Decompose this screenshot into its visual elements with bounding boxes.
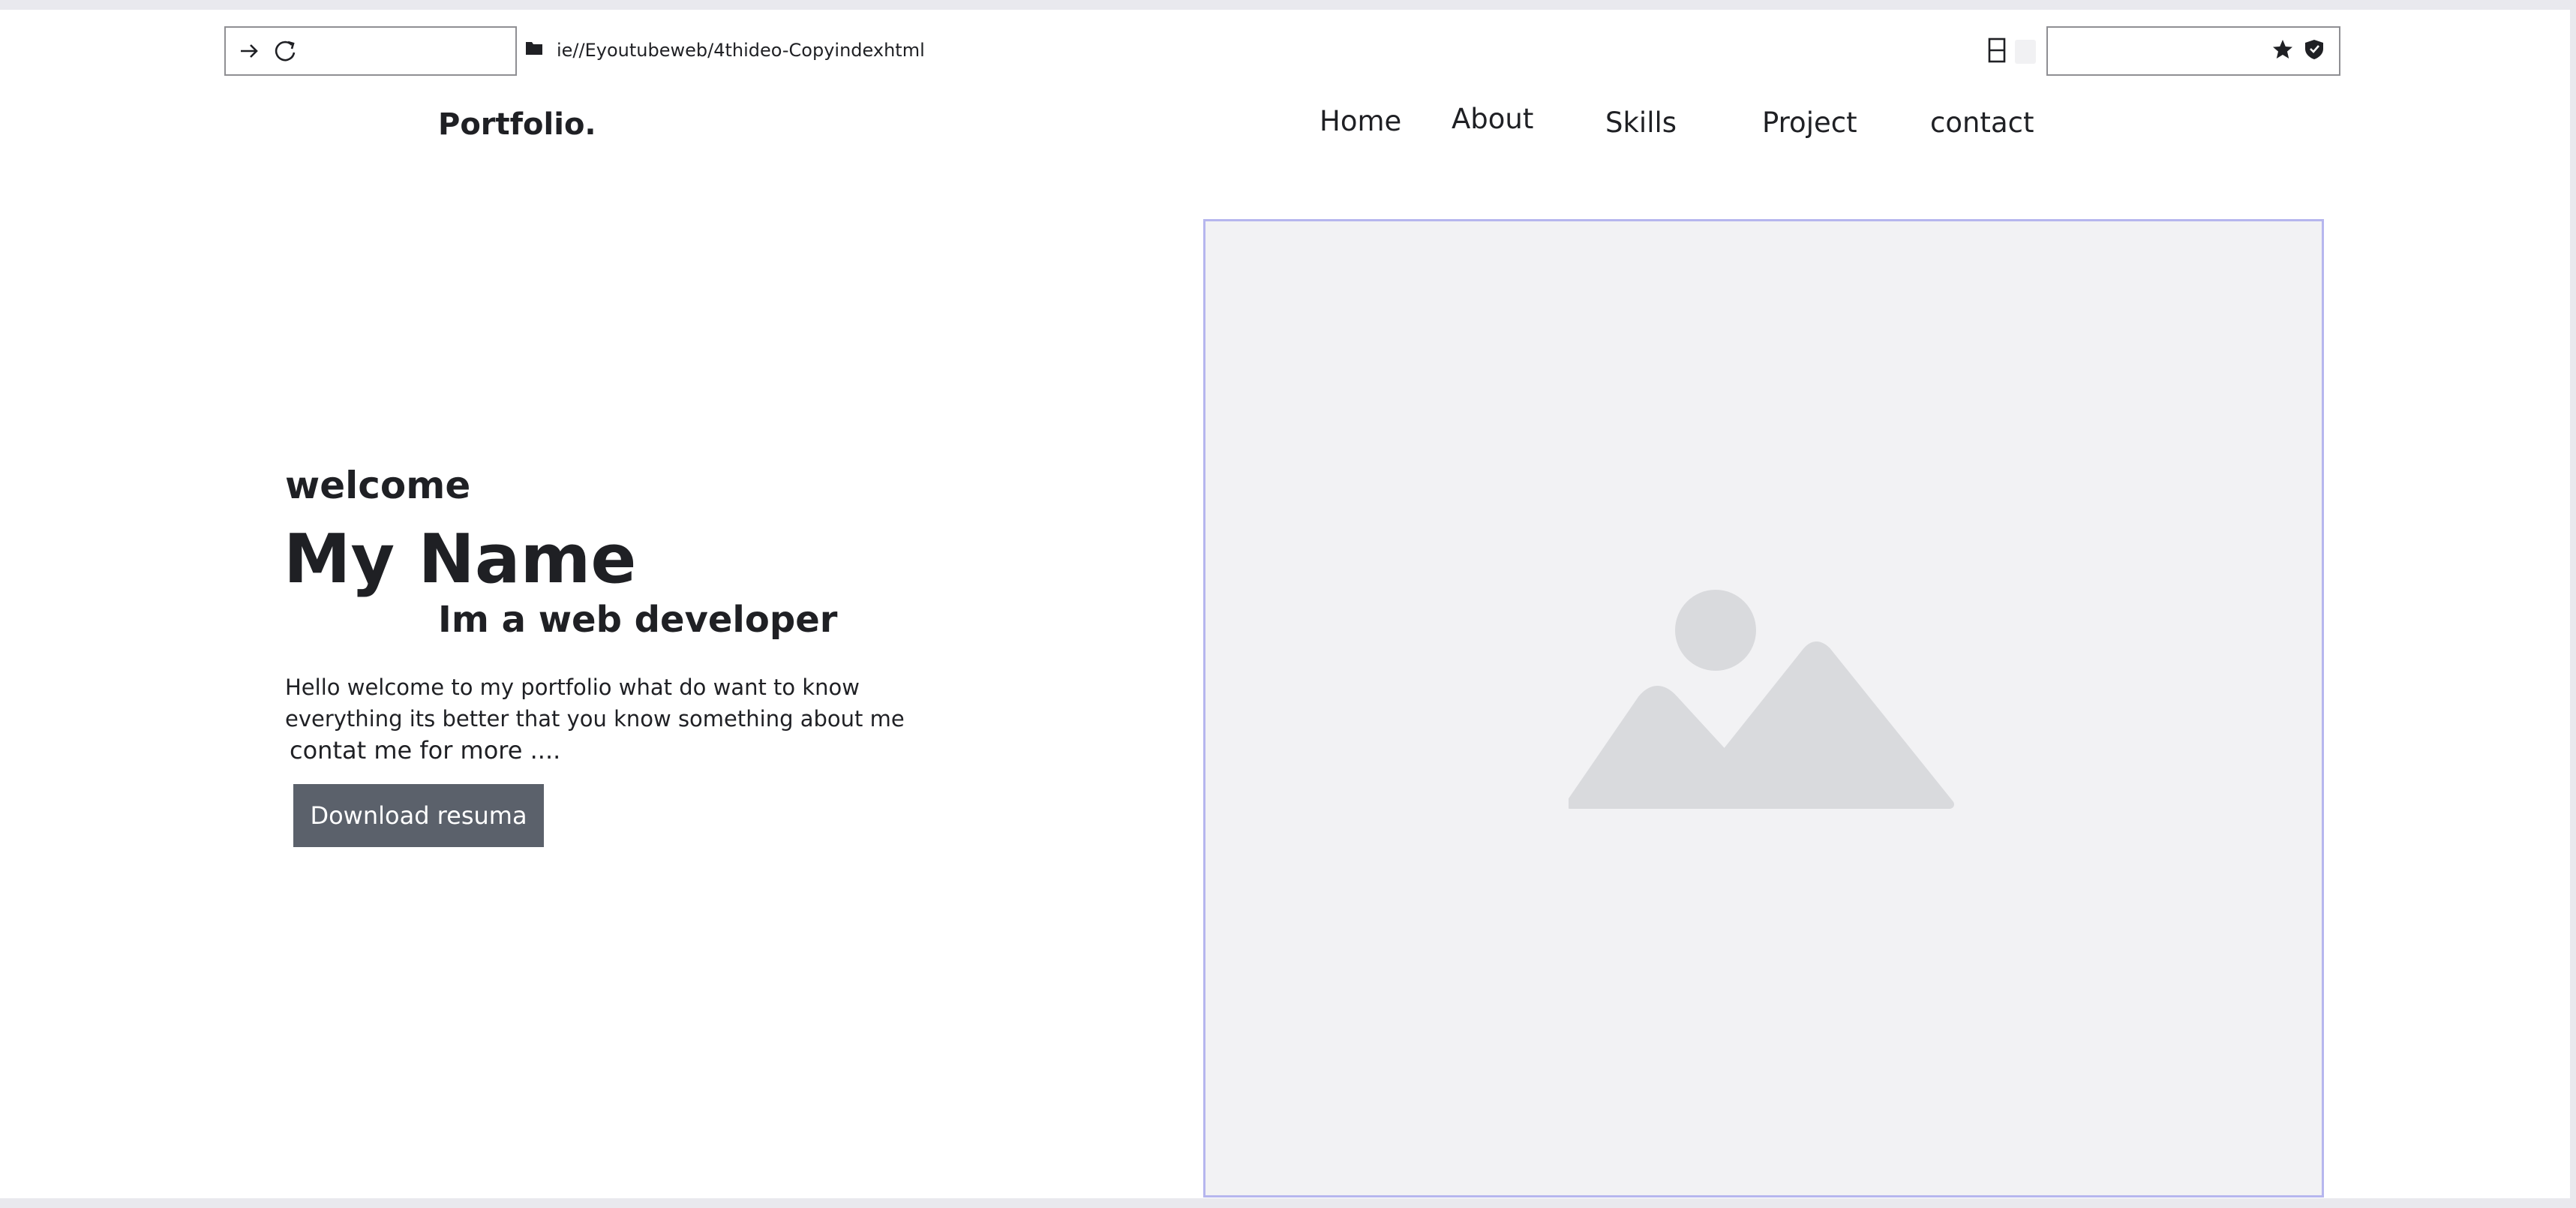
nav-link-home[interactable]: Home: [1320, 105, 1401, 137]
site-logo[interactable]: Portfolio.: [438, 107, 596, 142]
nav-link-about[interactable]: About: [1452, 103, 1533, 135]
extensions-box: [2046, 26, 2340, 76]
image-placeholder-icon: [1566, 587, 1959, 830]
browser-window: ie//Eyoutubeweb/4thideo-Copyindexhtml Po…: [0, 10, 2570, 1198]
nav-link-skills[interactable]: Skills: [1605, 107, 1677, 139]
nav-link-project[interactable]: Project: [1762, 107, 1857, 139]
bookmark-panel-icon[interactable]: [1986, 37, 2007, 67]
role-heading: Im a web developer: [438, 599, 838, 641]
welcome-heading: welcome: [285, 464, 471, 507]
arrow-right-icon[interactable]: [238, 40, 260, 62]
contact-note: contat me for more ....: [290, 736, 561, 765]
navigation-controls: [224, 26, 517, 76]
hero-image: [1203, 219, 2324, 1197]
url-text[interactable]: ie//Eyoutubeweb/4thideo-Copyindexhtml: [557, 40, 925, 61]
name-heading: My Name: [284, 520, 637, 599]
refresh-icon[interactable]: [272, 38, 298, 64]
intro-paragraph: Hello welcome to my portfolio what do wa…: [285, 675, 905, 732]
nav-link-contact[interactable]: contact: [1930, 107, 2034, 139]
folder-icon: [525, 40, 543, 61]
download-resume-button[interactable]: Download resuma: [293, 784, 544, 847]
shield-icon[interactable]: [2303, 38, 2325, 64]
star-icon[interactable]: [2271, 38, 2294, 64]
address-bar[interactable]: ie//Eyoutubeweb/4thideo-Copyindexhtml: [525, 37, 925, 64]
toolbar-right: [1986, 37, 2036, 67]
toolbar-small-button[interactable]: [2015, 40, 2036, 64]
